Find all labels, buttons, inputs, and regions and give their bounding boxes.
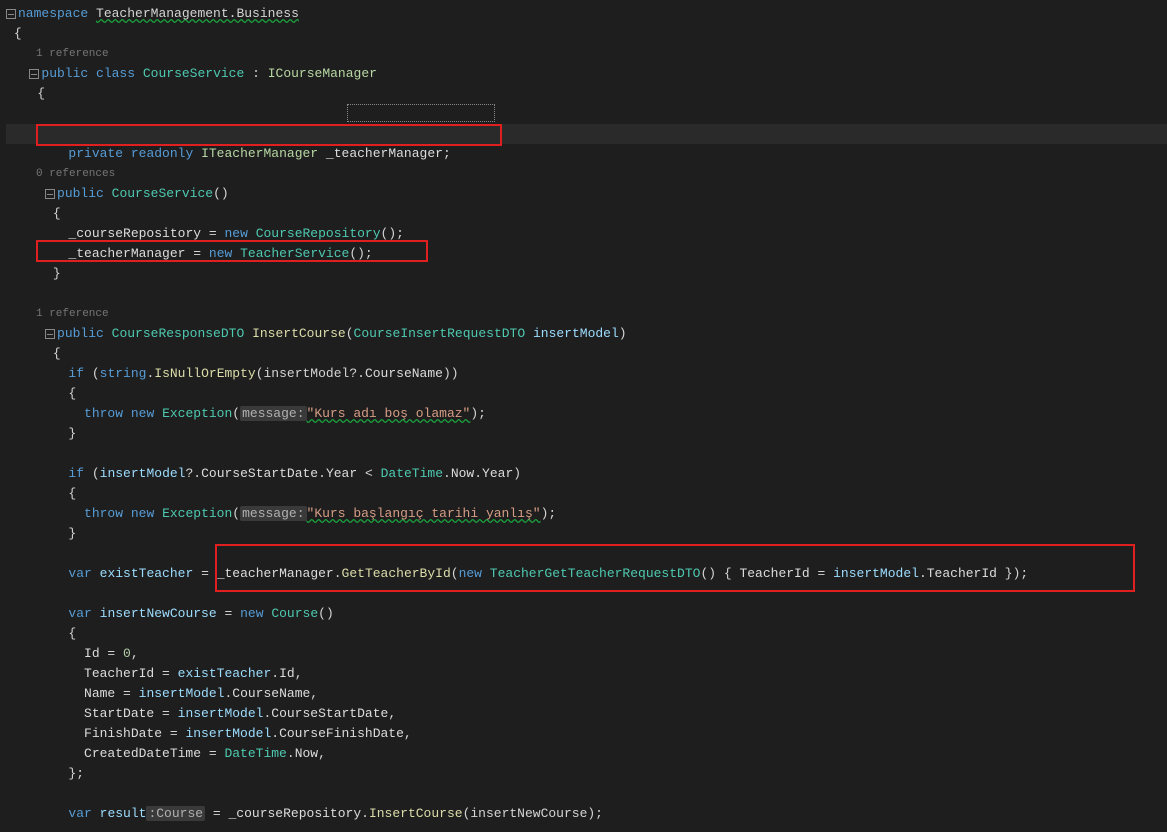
code-line[interactable]: CreatedDateTime = DateTime.Now,: [6, 744, 1167, 764]
namespace-name: TeacherManagement.Business: [96, 6, 299, 21]
class-name: CourseService: [143, 66, 244, 81]
code-line[interactable]: {: [6, 624, 1167, 644]
code-line[interactable]: {: [6, 484, 1167, 504]
code-line[interactable]: TeacherId = existTeacher.Id,: [6, 664, 1167, 684]
code-line[interactable]: {: [6, 204, 1167, 224]
code-line[interactable]: };: [6, 764, 1167, 784]
fold-icon[interactable]: [45, 329, 55, 339]
code-line[interactable]: var result:Course = _courseRepository.In…: [6, 804, 1167, 824]
blank-line: [6, 784, 1167, 804]
code-line[interactable]: _teacherManager = new TeacherService();: [6, 244, 1167, 264]
code-line[interactable]: var insertNewCourse = new Course(): [6, 604, 1167, 624]
interface-name: ICourseManager: [268, 66, 377, 81]
blank-line: [6, 584, 1167, 604]
code-line[interactable]: if (string.IsNullOrEmpty(insertModel?.Co…: [6, 364, 1167, 384]
code-line[interactable]: public class CourseService : ICourseMana…: [6, 64, 1167, 84]
code-line[interactable]: if (insertModel?.CourseStartDate.Year < …: [6, 464, 1167, 484]
code-line[interactable]: namespace TeacherManagement.Business: [6, 4, 1167, 24]
fold-icon[interactable]: [29, 69, 39, 79]
code-line[interactable]: private readonly ITeacherManager _teache…: [6, 124, 1167, 144]
code-line[interactable]: throw new Exception(message:"Kurs başlan…: [6, 504, 1167, 524]
rename-highlight: [347, 104, 495, 122]
code-editor[interactable]: namespace TeacherManagement.Business { 1…: [0, 0, 1167, 828]
code-line[interactable]: var existTeacher = _teacherManager.GetTe…: [6, 564, 1167, 584]
code-line[interactable]: _courseRepository = new CourseRepository…: [6, 224, 1167, 244]
method-name: InsertCourse: [252, 326, 346, 341]
code-line[interactable]: public CourseService(): [6, 184, 1167, 204]
blank-line: [6, 544, 1167, 564]
codelens[interactable]: 0 references: [6, 164, 1167, 184]
fold-icon[interactable]: [6, 9, 16, 19]
code-line[interactable]: {: [6, 344, 1167, 364]
code-line[interactable]: {: [6, 84, 1167, 104]
code-line[interactable]: Name = insertModel.CourseName,: [6, 684, 1167, 704]
fold-icon[interactable]: [45, 189, 55, 199]
code-line[interactable]: }: [6, 424, 1167, 444]
keyword: namespace: [18, 6, 88, 21]
code-line[interactable]: private readonly ICourseRepository _cour…: [6, 104, 1167, 124]
code-line[interactable]: StartDate = insertModel.CourseStartDate,: [6, 704, 1167, 724]
code-line[interactable]: throw new Exception(message:"Kurs adı bo…: [6, 404, 1167, 424]
codelens[interactable]: 1 reference: [6, 304, 1167, 324]
inlay-hint: :Course: [146, 806, 205, 821]
blank-line: [6, 284, 1167, 304]
code-line[interactable]: }: [6, 264, 1167, 284]
blank-line: [6, 144, 1167, 164]
code-line[interactable]: }: [6, 524, 1167, 544]
string-literal: "Kurs adı boş olamaz": [307, 406, 471, 421]
inlay-hint: message:: [240, 506, 306, 521]
string-literal: "Kurs başlangıç tarihi yanlış": [307, 506, 541, 521]
code-line[interactable]: FinishDate = insertModel.CourseFinishDat…: [6, 724, 1167, 744]
codelens[interactable]: 1 reference: [6, 44, 1167, 64]
blank-line: [6, 444, 1167, 464]
code-line[interactable]: {: [6, 384, 1167, 404]
code-line[interactable]: {: [6, 24, 1167, 44]
code-line[interactable]: public CourseResponseDTO InsertCourse(Co…: [6, 324, 1167, 344]
inlay-hint: message:: [240, 406, 306, 421]
brace: {: [14, 26, 22, 41]
code-line[interactable]: Id = 0,: [6, 644, 1167, 664]
